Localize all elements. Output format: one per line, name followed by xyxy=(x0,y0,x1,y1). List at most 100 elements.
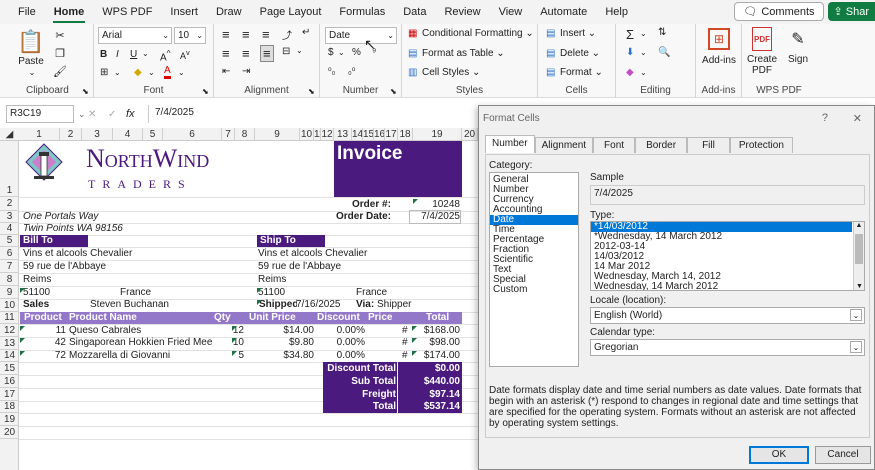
dialog-tab-number[interactable]: Number xyxy=(485,135,535,153)
order-date-value[interactable]: 7/4/2025 xyxy=(409,210,461,224)
currency-icon[interactable]: $ xyxy=(328,47,334,58)
name-box[interactable]: R3C19 xyxy=(6,105,74,123)
type-list-scrollbar[interactable]: ▲ ▼ xyxy=(853,222,864,290)
column-header[interactable]: 1 xyxy=(19,128,60,141)
cancel-button[interactable]: Cancel xyxy=(815,446,871,464)
column-header[interactable]: 18 xyxy=(398,128,413,141)
column-header[interactable]: 15 xyxy=(363,128,374,141)
percent-icon[interactable]: % xyxy=(352,47,361,58)
tab-view[interactable]: View xyxy=(490,0,532,24)
number-format-combo[interactable]: Date ⌄ xyxy=(325,27,397,44)
column-header[interactable]: 8 xyxy=(235,128,255,141)
confirm-entry-icon[interactable]: ✓ xyxy=(108,109,126,120)
orientation-icon[interactable]: ⤴ xyxy=(282,27,292,42)
insert-cells-button[interactable]: Insert ⌄ xyxy=(560,28,596,39)
delete-cells-button[interactable]: Delete ⌄ xyxy=(560,48,600,59)
error-indicator-icon[interactable] xyxy=(232,351,237,356)
cancel-entry-icon[interactable]: ✕ xyxy=(88,109,108,120)
tab-file[interactable]: File xyxy=(0,0,45,24)
paste-icon[interactable]: 📋 xyxy=(17,28,44,56)
column-header[interactable]: 4 xyxy=(113,128,143,141)
font-name-combo[interactable]: Arial ⌄ xyxy=(98,27,172,44)
create-pdf-button[interactable]: Create PDF xyxy=(744,54,780,76)
type-item[interactable]: Wednesday, 14 March 2012 xyxy=(591,282,852,291)
merge-dropdown-icon[interactable]: ⌄ xyxy=(296,46,303,55)
tab-help[interactable]: Help xyxy=(596,0,637,24)
find-select-icon[interactable]: 🔍 xyxy=(658,47,670,58)
column-header[interactable]: 3 xyxy=(82,128,113,141)
increase-decimal-icon[interactable]: ⁰₀ xyxy=(328,66,335,77)
number-launcher-icon[interactable]: ⬊ xyxy=(390,87,397,96)
format-as-table-button[interactable]: Format as Table ⌄ xyxy=(422,48,505,59)
insert-function-icon[interactable]: fx xyxy=(126,108,148,120)
format-painter-icon[interactable]: 🖌 xyxy=(52,64,68,78)
align-top-icon[interactable]: ≡ xyxy=(222,27,230,42)
align-middle-icon[interactable]: ≡ xyxy=(242,27,250,42)
increase-indent-icon[interactable]: ⇥ xyxy=(242,66,250,77)
bold-icon[interactable]: B xyxy=(100,49,107,60)
borders-icon[interactable]: ⊞ xyxy=(100,67,108,78)
tab-automate[interactable]: Automate xyxy=(531,0,596,24)
column-header[interactable]: 5 xyxy=(143,128,163,141)
autosum-dropdown-icon[interactable]: ⌄ xyxy=(640,29,647,38)
sign-icon[interactable]: ✎ xyxy=(788,28,808,50)
dialog-tab-fill[interactable]: Fill xyxy=(687,137,730,153)
name-box-dropdown-icon[interactable]: ⌄ xyxy=(78,109,88,120)
format-table-icon[interactable]: ▤ xyxy=(408,48,417,59)
tab-home[interactable]: Home xyxy=(45,0,94,24)
error-indicator-icon[interactable] xyxy=(20,288,25,293)
scroll-down-icon[interactable]: ▼ xyxy=(854,283,865,290)
column-header[interactable]: 12 xyxy=(321,128,334,141)
ok-button[interactable]: OK xyxy=(749,446,809,464)
error-indicator-icon[interactable] xyxy=(413,199,418,204)
dialog-tab-border[interactable]: Border xyxy=(635,137,688,153)
type-list[interactable]: *14/03/2012 *Wednesday, 14 March 2012 2012… xyxy=(590,221,865,291)
autosum-icon[interactable]: Σ xyxy=(626,27,634,42)
error-indicator-icon[interactable] xyxy=(232,338,237,343)
help-icon[interactable]: ? xyxy=(822,112,828,124)
category-item[interactable]: Custom xyxy=(490,285,578,295)
error-indicator-icon[interactable] xyxy=(412,351,417,356)
sign-button[interactable]: Sign xyxy=(786,54,810,65)
tab-data[interactable]: Data xyxy=(394,0,435,24)
paste-dropdown-icon[interactable]: ⌄ xyxy=(22,68,42,77)
dialog-tab-alignment[interactable]: Alignment xyxy=(534,137,594,153)
clear-icon[interactable]: ◆ xyxy=(626,67,634,78)
sort-filter-icon[interactable]: ⇅ xyxy=(658,27,666,38)
font-launcher-icon[interactable]: ⬊ xyxy=(202,87,209,96)
merge-center-icon[interactable]: ⊟ xyxy=(282,46,290,57)
shrink-font-icon[interactable]: Av xyxy=(180,48,190,61)
align-right-icon[interactable]: ≡ xyxy=(260,45,274,62)
format-cells-button[interactable]: Format ⌄ xyxy=(560,67,603,78)
align-bottom-icon[interactable]: ≡ xyxy=(262,27,270,42)
error-indicator-icon[interactable] xyxy=(257,300,262,305)
select-all-corner[interactable]: ◢ xyxy=(0,128,19,141)
error-indicator-icon[interactable] xyxy=(20,351,25,356)
tab-wps-pdf[interactable]: WPS PDF xyxy=(93,0,161,24)
scroll-up-icon[interactable]: ▲ xyxy=(854,222,864,229)
format-cells-icon[interactable]: ▤ xyxy=(546,67,555,78)
font-color-icon[interactable]: A xyxy=(164,66,171,79)
share-button[interactable]: ⇪ Shar xyxy=(827,2,875,21)
column-header[interactable]: 17 xyxy=(385,128,398,141)
tab-page-layout[interactable]: Page Layout xyxy=(251,0,331,24)
cell-styles-icon[interactable]: ▥ xyxy=(408,67,417,78)
close-icon[interactable]: ✕ xyxy=(853,112,862,125)
borders-dropdown-icon[interactable]: ⌄ xyxy=(114,68,121,77)
comments-button[interactable]: 🗨 Comments xyxy=(734,2,824,21)
locale-select[interactable]: English (World) ⌄ xyxy=(590,307,865,324)
italic-icon[interactable]: I xyxy=(116,49,119,60)
calendar-select[interactable]: Gregorian ⌄ xyxy=(590,339,865,356)
fill-dropdown-icon[interactable]: ⌄ xyxy=(640,48,647,57)
error-indicator-icon[interactable] xyxy=(20,326,25,331)
decrease-indent-icon[interactable]: ⇤ xyxy=(222,66,230,77)
paste-button[interactable]: Paste xyxy=(14,56,48,67)
font-size-combo[interactable]: 10 ⌄ xyxy=(174,27,206,44)
cell-styles-button[interactable]: Cell Styles ⌄ xyxy=(422,67,480,78)
tab-insert[interactable]: Insert xyxy=(161,0,207,24)
dialog-tab-protection[interactable]: Protection xyxy=(729,137,793,153)
error-indicator-icon[interactable] xyxy=(232,326,237,331)
column-header[interactable]: 9 xyxy=(255,128,300,141)
decrease-decimal-icon[interactable]: ₀⁰ xyxy=(348,66,355,77)
addins-button[interactable]: Add-ins xyxy=(698,55,740,66)
